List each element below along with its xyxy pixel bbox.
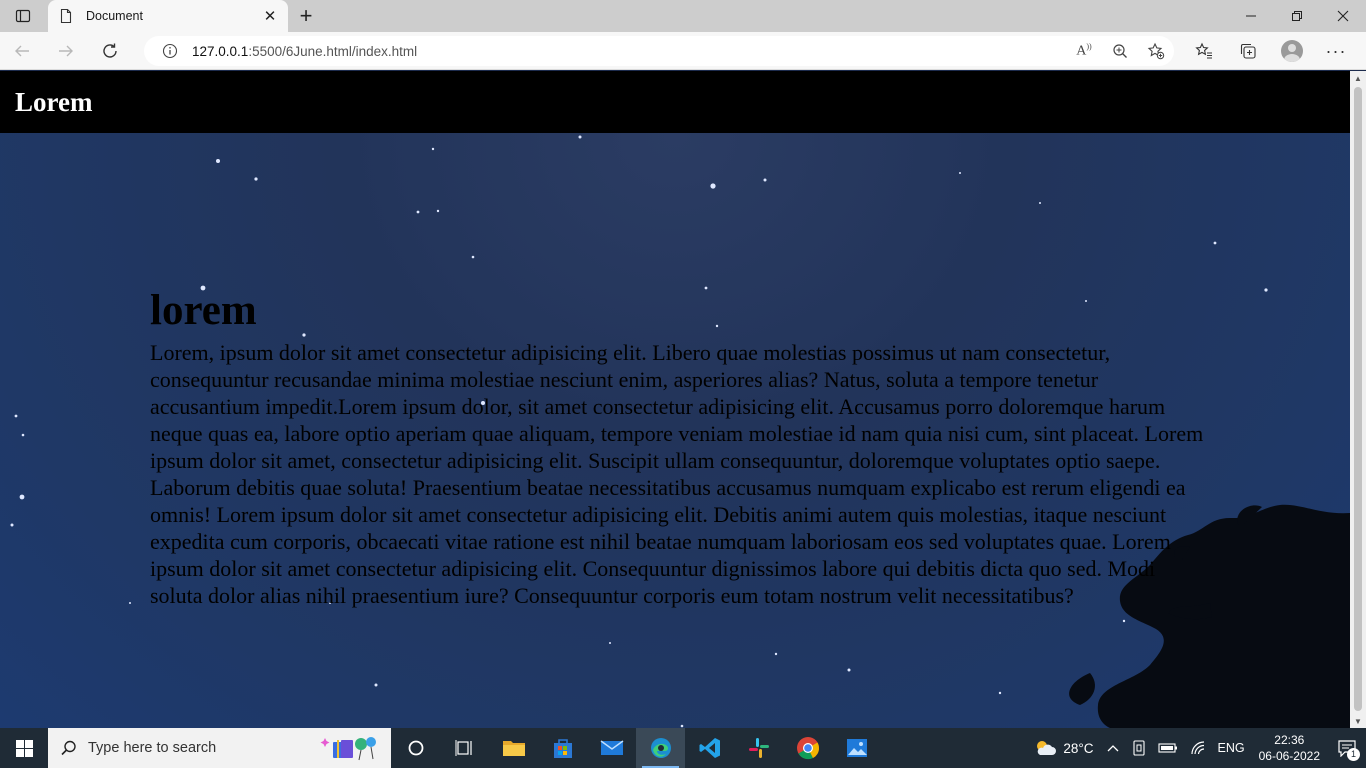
close-tab-icon[interactable]: ✕: [262, 8, 278, 25]
tab-actions-button[interactable]: [0, 0, 46, 32]
page-scrollbar[interactable]: ▲ ▼: [1350, 71, 1366, 728]
chevron-up-icon: [1107, 745, 1118, 752]
search-highlight-icon: [320, 737, 376, 761]
more-options-icon: ···: [1325, 40, 1347, 61]
page-viewport: Lorem lorem Lorem, ipsum dolor sit amet …: [0, 71, 1350, 728]
start-button[interactable]: [0, 728, 48, 768]
weather-widget[interactable]: 28°C: [1027, 728, 1099, 768]
notification-badge: 1: [1347, 748, 1360, 761]
clock[interactable]: 22:36 06-06-2022: [1251, 732, 1328, 764]
site-brand[interactable]: Lorem: [15, 87, 92, 118]
collections-icon: [1240, 43, 1256, 59]
folder-icon: [502, 741, 525, 756]
notification-center-button[interactable]: 1: [1328, 728, 1366, 768]
language-label: ENG: [1217, 741, 1245, 755]
close-window-icon[interactable]: [1320, 0, 1366, 32]
document-icon: [60, 8, 72, 24]
avatar: [1281, 40, 1303, 62]
scrollbar-thumb[interactable]: [1354, 87, 1362, 711]
forward-arrow-icon: [59, 45, 73, 56]
forward-button[interactable]: [44, 32, 88, 70]
network-button[interactable]: [1184, 728, 1212, 768]
read-aloud-icon: A)): [1076, 42, 1092, 59]
site-navbar: Lorem: [0, 71, 1350, 133]
show-hidden-icons-button[interactable]: [1100, 728, 1126, 768]
device-tray-button[interactable]: [1126, 728, 1152, 768]
browser-toolbar: 127.0.0.1:5500/6June.html/index.html A))…: [0, 32, 1366, 70]
refresh-button[interactable]: [88, 32, 132, 70]
minimize-icon[interactable]: [1228, 0, 1274, 32]
windows-logo-icon: [15, 739, 33, 757]
chrome-button[interactable]: [783, 728, 832, 768]
tab-actions-icon: [15, 9, 31, 23]
search-icon: [61, 740, 76, 756]
taskbar-search-box[interactable]: Type here to search: [48, 728, 391, 768]
add-favorite-button[interactable]: [1138, 36, 1174, 66]
mail-button[interactable]: [587, 728, 636, 768]
cortana-icon: [408, 740, 423, 756]
collections-button[interactable]: [1226, 32, 1270, 70]
photos-icon: [846, 739, 867, 757]
back-arrow-icon: [15, 45, 29, 56]
device-icon: [1132, 740, 1145, 756]
address-bar[interactable]: 127.0.0.1:5500/6June.html/index.html A)): [144, 36, 1174, 66]
zoom-icon: [1113, 44, 1127, 58]
body-paragraph: Lorem, ipsum dolor sit amet consectetur …: [150, 340, 1204, 608]
vscode-button[interactable]: [685, 728, 734, 768]
search-placeholder: Type here to search: [88, 740, 217, 756]
language-indicator[interactable]: ENG: [1212, 728, 1251, 768]
slack-icon: [748, 738, 769, 758]
scroll-up-icon[interactable]: ▲: [1350, 71, 1366, 85]
restore-icon[interactable]: [1274, 0, 1320, 32]
file-explorer-button[interactable]: [489, 728, 538, 768]
browser-titlebar: Document ✕ +: [0, 0, 1366, 32]
settings-menu-button[interactable]: ···: [1314, 32, 1358, 70]
star-add-icon: [1147, 42, 1165, 60]
battery-icon: [1157, 743, 1177, 753]
task-view-icon: [455, 740, 472, 756]
tab-title: Document: [86, 9, 143, 23]
task-view-button[interactable]: [440, 728, 489, 768]
weather-icon: [1037, 741, 1057, 755]
scroll-down-icon[interactable]: ▼: [1350, 714, 1366, 728]
url-path: :5500/6June.html/index.html: [248, 43, 418, 59]
read-aloud-button[interactable]: A)): [1066, 36, 1102, 66]
edge-icon: [650, 738, 671, 758]
url-host: 127.0.0.1: [192, 43, 249, 59]
favorites-button[interactable]: [1182, 32, 1226, 70]
zoom-button[interactable]: [1102, 36, 1138, 66]
microsoft-store-button[interactable]: [538, 728, 587, 768]
site-info-icon[interactable]: [162, 43, 178, 59]
wifi-icon: [1190, 741, 1204, 755]
clock-time: 22:36: [1274, 733, 1305, 747]
favorites-icon: [1195, 42, 1212, 59]
chrome-icon: [796, 737, 819, 760]
photos-button[interactable]: [832, 728, 881, 768]
system-tray: 28°C ENG 22:36 06-06-2022 1: [1027, 728, 1366, 768]
edge-browser-button[interactable]: [636, 728, 685, 768]
new-tab-button[interactable]: +: [288, 0, 324, 32]
profile-button[interactable]: [1270, 32, 1314, 70]
clock-date: 06-06-2022: [1258, 749, 1320, 763]
battery-button[interactable]: [1152, 728, 1184, 768]
weather-temperature: 28°C: [1063, 740, 1094, 756]
mail-icon: [600, 740, 623, 755]
window-controls: [1228, 0, 1366, 32]
refresh-icon: [103, 43, 117, 58]
page-heading: lorem: [150, 287, 257, 334]
windows-taskbar: Type here to search 28°C ENG 22:36 06-06…: [0, 728, 1366, 768]
back-button[interactable]: [0, 32, 44, 70]
store-icon: [553, 739, 572, 758]
main-content: lorem Lorem, ipsum dolor sit amet consec…: [150, 283, 1210, 609]
cortana-button[interactable]: [391, 728, 440, 768]
browser-tab-active[interactable]: Document ✕: [48, 0, 288, 32]
slack-button[interactable]: [734, 728, 783, 768]
vscode-icon: [699, 738, 720, 758]
